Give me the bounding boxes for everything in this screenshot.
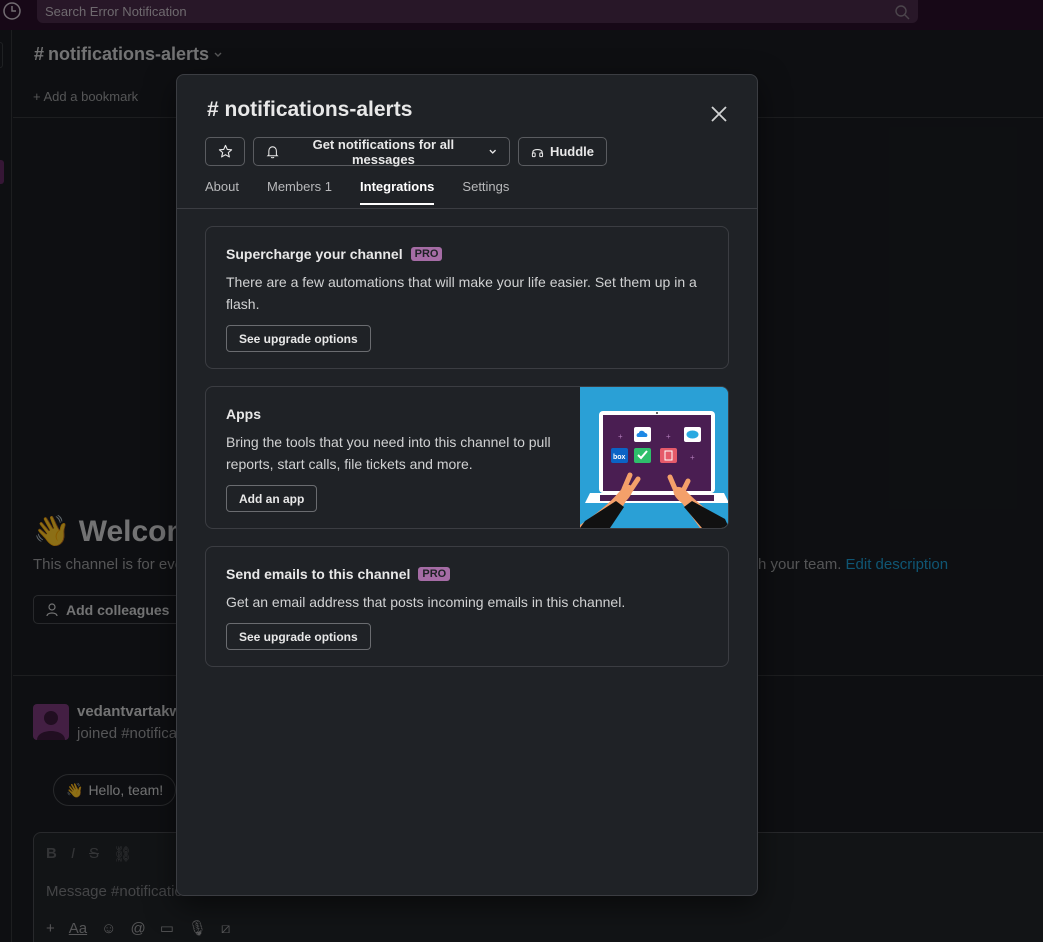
see-upgrade-options-button[interactable]: See upgrade options [226,325,371,352]
huddle-button[interactable]: Huddle [518,137,607,166]
see-upgrade-options-button[interactable]: See upgrade options [226,623,371,650]
card-title: Send emails to this channel PRO [226,566,451,582]
close-icon[interactable] [709,104,729,124]
bell-icon [266,145,279,158]
modal-channel-name: notifications-alerts [224,98,413,121]
pro-badge: PRO [410,247,443,261]
send-emails-card: Send emails to this channel PRO Get an e… [205,546,729,667]
headphones-icon [531,148,544,157]
modal-action-row: Get notifications for all messages Huddl… [205,136,607,167]
svg-text:+: + [690,453,695,462]
card-description: Get an email address that posts incoming… [226,594,626,610]
card-description: There are a few automations that will ma… [226,274,697,312]
tab-about[interactable]: About [205,179,239,205]
card-title-text: Send emails to this channel [226,566,411,582]
apps-card: Apps Bring the tools that you need into … [205,386,729,529]
svg-text:+: + [666,432,671,441]
card-title: Apps [226,406,261,422]
card-title-text: Supercharge your channel [226,246,403,262]
tab-integrations[interactable]: Integrations [360,179,435,205]
card-title-text: Apps [226,406,261,422]
apps-illustration: box + + + [580,387,728,528]
svg-text:box: box [613,454,626,461]
modal-tabs: About Members 1 Integrations Settings [205,179,509,205]
card-title: Supercharge your channel PRO [226,246,443,262]
svg-text:+: + [618,432,623,441]
channel-details-modal: # notifications-alerts Get notifications… [176,74,758,896]
pro-badge: PRO [418,567,451,581]
card-description: Bring the tools that you need into this … [226,434,551,472]
tabs-divider [177,208,757,209]
tab-settings[interactable]: Settings [462,179,509,205]
chevron-down-icon [488,149,496,154]
add-an-app-button[interactable]: Add an app [226,485,318,512]
notifications-button[interactable]: Get notifications for all messages [253,136,510,167]
supercharge-card: Supercharge your channel PRO There are a… [205,226,729,369]
huddle-label: Huddle [549,144,594,159]
star-icon [218,144,232,158]
modal-title: # notifications-alerts [207,98,413,121]
star-button[interactable] [205,137,245,166]
tab-members[interactable]: Members 1 [267,179,332,205]
notifications-label: Get notifications for all messages [312,136,455,167]
